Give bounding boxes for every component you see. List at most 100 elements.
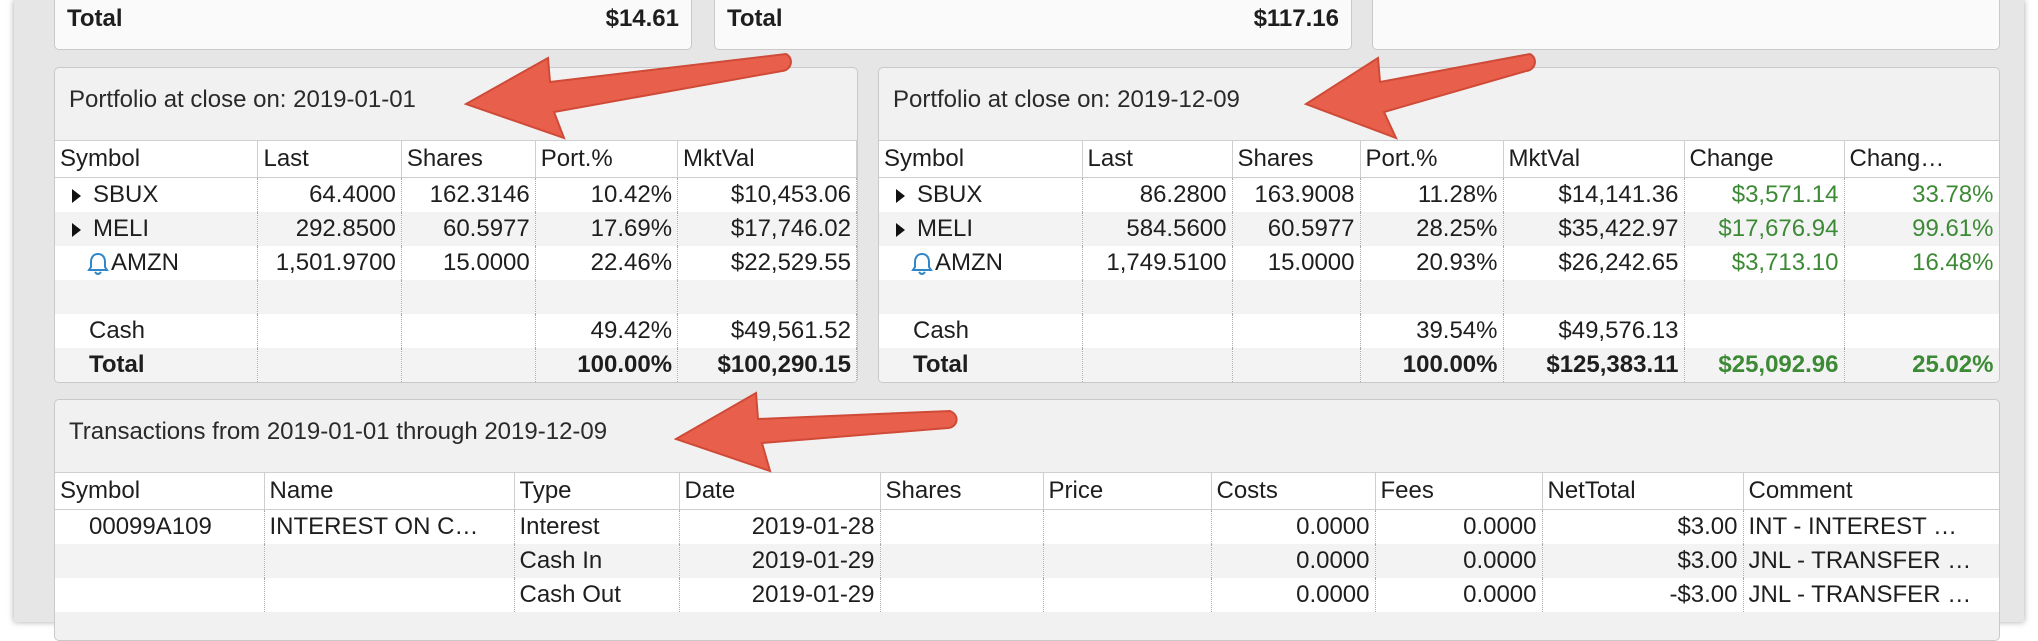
type-cell: Cash Out [514, 578, 680, 612]
shares-cell [880, 509, 1044, 544]
comment-cell: JNL - TRANSFER … [1743, 544, 1999, 578]
change-cell: $3,713.10 [1684, 246, 1845, 280]
table-row-empty [879, 280, 1999, 314]
column-header[interactable]: Costs [1211, 472, 1376, 510]
price-cell [1043, 578, 1212, 612]
date-cell: 2019-01-29 [679, 578, 881, 612]
column-header[interactable]: Change [1684, 140, 1845, 178]
expand-triangle-icon[interactable] [72, 188, 81, 203]
symbol-cell: MELI [917, 215, 974, 242]
bell-icon [87, 252, 109, 275]
portfolio-table-end: Symbol Last Shares Port.% MktVal Change … [879, 140, 1999, 382]
symbol-cell: MELI [93, 215, 150, 242]
port-cell: 10.42% [535, 177, 679, 212]
table-row[interactable]: MELI 584.5600 60.5977 28.25% $35,422.97 … [879, 212, 1999, 246]
table-row-empty [55, 280, 857, 314]
table-row[interactable]: SBUX 64.4000 162.3146 10.42% $10,453.06 [55, 177, 857, 212]
shares-cell [880, 544, 1044, 578]
column-header[interactable]: Price [1043, 472, 1212, 510]
column-header[interactable]: Symbol [55, 140, 259, 178]
transactions-table: Symbol Name Type Date Shares Price Costs… [55, 472, 1999, 612]
cash-row[interactable]: Cash 39.54% $49,576.13 [879, 314, 1999, 348]
price-cell [1043, 544, 1212, 578]
table-row[interactable]: Cash Out 2019-01-29 0.0000 0.0000 -$3.00… [55, 578, 1999, 612]
bell-icon [911, 252, 933, 275]
type-cell: Cash In [514, 544, 680, 578]
column-header[interactable]: Chang… [1844, 140, 1999, 178]
port-cell: 17.69% [535, 212, 679, 246]
nettotal-cell: $3.00 [1542, 544, 1744, 578]
name-cell: INTEREST ON C… [264, 509, 515, 544]
port-cell: 20.93% [1360, 246, 1504, 280]
expand-triangle-icon[interactable] [896, 222, 905, 237]
costs-cell: 0.0000 [1211, 509, 1376, 544]
mktval-cell: $22,529.55 [677, 246, 857, 280]
change-pct-cell: 16.48% [1844, 246, 1999, 280]
mktval-cell: $49,576.13 [1503, 314, 1685, 348]
symbol-cell [55, 578, 265, 612]
shares-cell: 60.5977 [401, 212, 536, 246]
table-row[interactable]: 00099A109 INTEREST ON C… Interest 2019-0… [55, 509, 1999, 544]
mktval-cell: $10,453.06 [677, 177, 857, 212]
table-row[interactable]: AMZN 1,749.5100 15.0000 20.93% $26,242.6… [879, 246, 1999, 280]
column-header[interactable]: Comment [1743, 472, 1999, 510]
total-row[interactable]: Total 100.00% $100,290.15 [55, 348, 857, 382]
column-header[interactable]: Last [257, 140, 402, 178]
total-row[interactable]: Total 100.00% $125,383.11 $25,092.96 25.… [879, 348, 1999, 382]
column-header[interactable]: Type [514, 472, 680, 510]
last-cell: 1,501.9700 [257, 246, 402, 280]
table-header-row: Symbol Name Type Date Shares Price Costs… [55, 472, 1999, 510]
portfolio-title: Portfolio at close on: 2019-01-01 [69, 86, 416, 113]
mktval-cell: $125,383.11 [1503, 348, 1685, 382]
last-cell: 64.4000 [257, 177, 402, 212]
expand-triangle-icon[interactable] [72, 222, 81, 237]
transactions-title: Transactions from 2019-01-01 through 201… [69, 418, 608, 445]
symbol-cell: AMZN [935, 249, 1003, 276]
mktval-cell: $26,242.65 [1503, 246, 1685, 280]
price-cell [1043, 509, 1212, 544]
change-pct-cell: 33.78% [1844, 177, 1999, 212]
annotation-arrow [674, 391, 958, 473]
port-cell: 100.00% [1360, 348, 1504, 382]
cash-label: Cash [879, 314, 1083, 348]
total-label: Total [879, 348, 1083, 382]
table-row[interactable]: MELI 292.8500 60.5977 17.69% $17,746.02 [55, 212, 857, 246]
column-header[interactable]: Symbol [55, 472, 265, 510]
symbol-cell: SBUX [93, 181, 159, 208]
last-cell: 1,749.5100 [1082, 246, 1233, 280]
comment-cell: JNL - TRANSFER … [1743, 578, 1999, 612]
table-row[interactable]: Cash In 2019-01-29 0.0000 0.0000 $3.00 J… [55, 544, 1999, 578]
table-row[interactable]: SBUX 86.2800 163.9008 11.28% $14,141.36 … [879, 177, 1999, 212]
summary-total-value: $14.61 [605, 5, 679, 32]
nettotal-cell: $3.00 [1542, 509, 1744, 544]
fees-cell: 0.0000 [1375, 544, 1543, 578]
table-row[interactable]: AMZN 1,501.9700 15.0000 22.46% $22,529.5… [55, 246, 857, 280]
mktval-cell: $17,746.02 [677, 212, 857, 246]
column-header[interactable]: Name [264, 472, 515, 510]
cash-row[interactable]: Cash 49.42% $49,561.52 [55, 314, 857, 348]
transactions-panel: Transactions from 2019-01-01 through 201… [54, 399, 2000, 641]
last-cell: 292.8500 [257, 212, 402, 246]
shares-cell: 15.0000 [401, 246, 536, 280]
change-pct-cell: 25.02% [1844, 348, 1999, 382]
mktval-cell: $14,141.36 [1503, 177, 1685, 212]
date-cell: 2019-01-28 [679, 509, 881, 544]
fees-cell: 0.0000 [1375, 509, 1543, 544]
comment-cell: INT - INTEREST … [1743, 509, 1999, 544]
column-header[interactable]: Symbol [879, 140, 1083, 178]
symbol-cell [55, 544, 265, 578]
nettotal-cell: -$3.00 [1542, 578, 1744, 612]
fees-cell: 0.0000 [1375, 578, 1543, 612]
column-header[interactable]: Last [1082, 140, 1233, 178]
change-cell: $25,092.96 [1684, 348, 1845, 382]
summary-total-label: Total [67, 5, 123, 32]
total-label: Total [55, 348, 259, 382]
change-cell: $17,676.94 [1684, 212, 1845, 246]
port-cell: 22.46% [535, 246, 679, 280]
expand-triangle-icon[interactable] [896, 188, 905, 203]
shares-cell: 162.3146 [401, 177, 536, 212]
column-header[interactable]: Fees [1375, 472, 1543, 510]
column-header[interactable]: NetTotal [1542, 472, 1744, 510]
port-cell: 28.25% [1360, 212, 1504, 246]
mktval-cell: $49,561.52 [677, 314, 857, 348]
